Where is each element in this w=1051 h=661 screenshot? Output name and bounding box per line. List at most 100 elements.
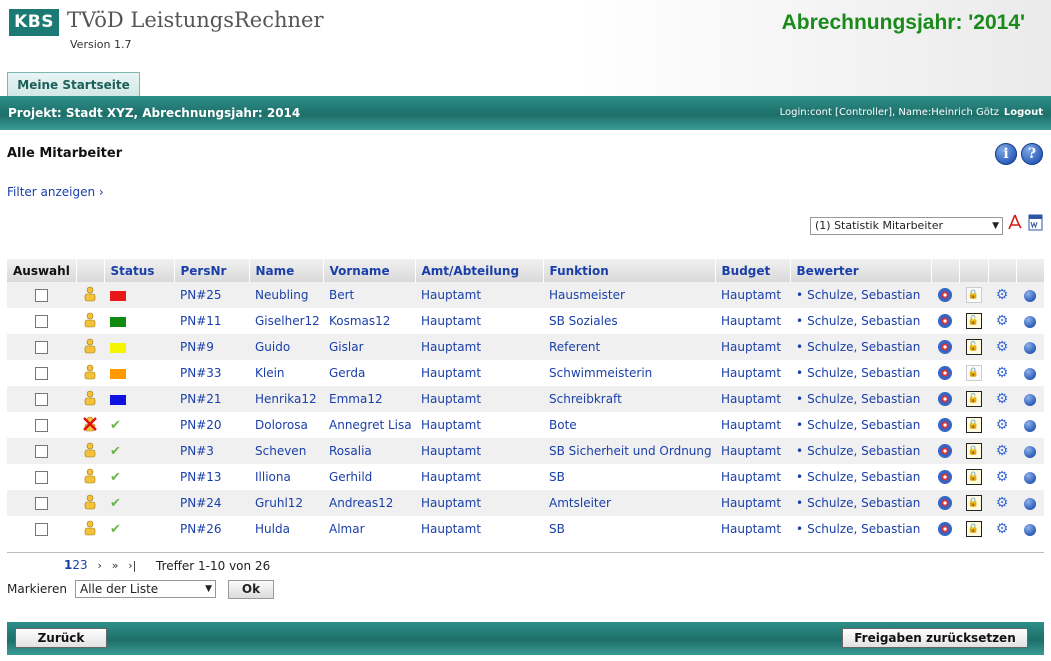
row-checkbox[interactable] xyxy=(35,445,48,458)
row-name[interactable]: Scheven xyxy=(249,438,323,464)
gear-icon[interactable]: ⚙ xyxy=(996,469,1009,485)
row-name[interactable]: Dolorosa xyxy=(249,412,323,438)
row-vorname[interactable]: Gislar xyxy=(323,334,415,360)
row-vorname[interactable]: Annegret Lisa xyxy=(323,412,415,438)
row-budget[interactable]: Hauptamt xyxy=(715,490,790,516)
row-persnr[interactable]: PN#33 xyxy=(174,360,249,386)
row-vorname[interactable]: Bert xyxy=(323,282,415,308)
row-persnr[interactable]: PN#24 xyxy=(174,490,249,516)
page-link-3[interactable]: 3 xyxy=(80,558,88,572)
gear-icon[interactable]: ⚙ xyxy=(996,495,1009,511)
row-amt[interactable]: Hauptamt xyxy=(415,412,543,438)
row-amt[interactable]: Hauptamt xyxy=(415,308,543,334)
reset-approvals-button[interactable]: Freigaben zurücksetzen xyxy=(842,628,1028,648)
table-row[interactable]: ✔ PN#20 Dolorosa Annegret Lisa Hauptamt Bote H… xyxy=(7,412,1044,438)
row-amt[interactable]: Hauptamt xyxy=(415,438,543,464)
row-budget[interactable]: Hauptamt xyxy=(715,282,790,308)
pdf-export-icon[interactable] xyxy=(1008,214,1022,231)
row-checkbox[interactable] xyxy=(35,315,48,328)
row-persnr[interactable]: PN#3 xyxy=(174,438,249,464)
row-persnr[interactable]: PN#25 xyxy=(174,282,249,308)
row-persnr[interactable]: PN#20 xyxy=(174,412,249,438)
row-budget[interactable]: Hauptamt xyxy=(715,438,790,464)
details-icon[interactable] xyxy=(1024,393,1036,406)
row-amt[interactable]: Hauptamt xyxy=(415,386,543,412)
table-row[interactable]: PN#21 Henrika12 Emma12 Hauptamt Schreibkraft… xyxy=(7,386,1044,412)
fast-forward-icon[interactable]: » xyxy=(112,559,119,572)
gear-icon[interactable]: ⚙ xyxy=(996,287,1009,303)
gear-icon[interactable]: ⚙ xyxy=(996,417,1009,433)
row-amt[interactable]: Hauptamt xyxy=(415,282,543,308)
row-bewerter-cell[interactable]: • Schulze, Sebastian xyxy=(790,490,931,516)
details-icon[interactable] xyxy=(1024,497,1036,510)
row-funktion[interactable]: SB Soziales xyxy=(543,308,715,334)
row-funktion[interactable]: Bote xyxy=(543,412,715,438)
row-persnr[interactable]: PN#13 xyxy=(174,464,249,490)
target-icon[interactable] xyxy=(938,314,952,329)
row-bewerter-cell[interactable]: • Schulze, Sebastian xyxy=(790,464,931,490)
row-amt[interactable]: Hauptamt xyxy=(415,334,543,360)
gear-icon[interactable]: ⚙ xyxy=(996,365,1009,381)
row-vorname[interactable]: Kosmas12 xyxy=(323,308,415,334)
table-row[interactable]: ✔ PN#24 Gruhl12 Andreas12 Hauptamt Amtsleiter… xyxy=(7,490,1044,516)
details-icon[interactable] xyxy=(1024,523,1036,536)
details-icon[interactable] xyxy=(1024,419,1036,432)
col-header-name[interactable]: Name xyxy=(249,259,324,282)
col-header-budget[interactable]: Budget xyxy=(715,259,791,282)
row-checkbox[interactable] xyxy=(35,341,48,354)
logout-link[interactable]: Logout xyxy=(1004,107,1043,118)
lock-icon[interactable]: 🔒 xyxy=(965,469,982,485)
details-icon[interactable] xyxy=(1024,471,1036,484)
row-vorname[interactable]: Gerda xyxy=(323,360,415,386)
next-page-icon[interactable]: › xyxy=(97,559,101,572)
lock-icon[interactable]: 🔓 xyxy=(965,391,982,407)
row-checkbox[interactable] xyxy=(35,523,48,536)
lock-icon[interactable]: 🔒 xyxy=(965,417,982,433)
markieren-select[interactable]: Alle der Liste ▼ xyxy=(75,580,216,598)
ok-button[interactable]: Ok xyxy=(228,580,274,599)
row-checkbox[interactable] xyxy=(35,497,48,510)
lock-icon[interactable]: 🔒 xyxy=(965,495,982,511)
filter-toggle-link[interactable]: Filter anzeigen › xyxy=(7,185,104,199)
row-vorname[interactable]: Gerhild xyxy=(323,464,415,490)
back-button[interactable]: Zurück xyxy=(15,628,107,648)
lock-icon[interactable]: 🔒 xyxy=(965,287,982,303)
row-name[interactable]: Guido xyxy=(249,334,323,360)
details-icon[interactable] xyxy=(1024,341,1036,354)
row-amt[interactable]: Hauptamt xyxy=(415,464,543,490)
row-persnr[interactable]: PN#26 xyxy=(174,516,249,542)
table-row[interactable]: PN#9 Guido Gislar Hauptamt Referent Hauptamt •… xyxy=(7,334,1044,360)
table-row[interactable]: ✔ PN#3 Scheven Rosalia Hauptamt SB Sicherheit… xyxy=(7,438,1044,464)
row-funktion[interactable]: Schreibkraft xyxy=(543,386,715,412)
row-funktion[interactable]: Schwimmeisterin xyxy=(543,360,715,386)
row-funktion[interactable]: SB Sicherheit und Ordnung xyxy=(543,438,715,464)
target-icon[interactable] xyxy=(938,418,952,433)
details-icon[interactable] xyxy=(1024,445,1036,458)
page-link-2[interactable]: 2 xyxy=(72,558,80,572)
gear-icon[interactable]: ⚙ xyxy=(996,391,1009,407)
row-budget[interactable]: Hauptamt xyxy=(715,464,790,490)
lock-icon[interactable]: 🔒 xyxy=(965,521,982,537)
target-icon[interactable] xyxy=(938,392,952,407)
lock-icon[interactable]: 🔒 xyxy=(965,443,982,459)
table-row[interactable]: PN#25 Neubling Bert Hauptamt Hausmeister Haup… xyxy=(7,282,1044,308)
row-budget[interactable]: Hauptamt xyxy=(715,412,790,438)
gear-icon[interactable]: ⚙ xyxy=(996,521,1009,537)
row-bewerter-cell[interactable]: • Schulze, Sebastian xyxy=(790,386,931,412)
row-bewerter-cell[interactable]: • Schulze, Sebastian xyxy=(790,438,931,464)
row-funktion[interactable]: Amtsleiter xyxy=(543,490,715,516)
col-header-persnr[interactable]: PersNr xyxy=(174,259,250,282)
row-name[interactable]: Klein xyxy=(249,360,323,386)
row-persnr[interactable]: PN#11 xyxy=(174,308,249,334)
row-budget[interactable]: Hauptamt xyxy=(715,334,790,360)
row-bewerter-cell[interactable]: • Schulze, Sebastian xyxy=(790,516,931,542)
row-budget[interactable]: Hauptamt xyxy=(715,360,790,386)
row-name[interactable]: Giselher12 xyxy=(249,308,323,334)
row-bewerter-cell[interactable]: • Schulze, Sebastian xyxy=(790,282,931,308)
lock-icon[interactable]: 🔒 xyxy=(965,365,982,381)
row-budget[interactable]: Hauptamt xyxy=(715,386,790,412)
col-header-amt[interactable]: Amt/Abteilung xyxy=(415,259,544,282)
row-name[interactable]: Hulda xyxy=(249,516,323,542)
gear-icon[interactable]: ⚙ xyxy=(996,443,1009,459)
row-budget[interactable]: Hauptamt xyxy=(715,308,790,334)
